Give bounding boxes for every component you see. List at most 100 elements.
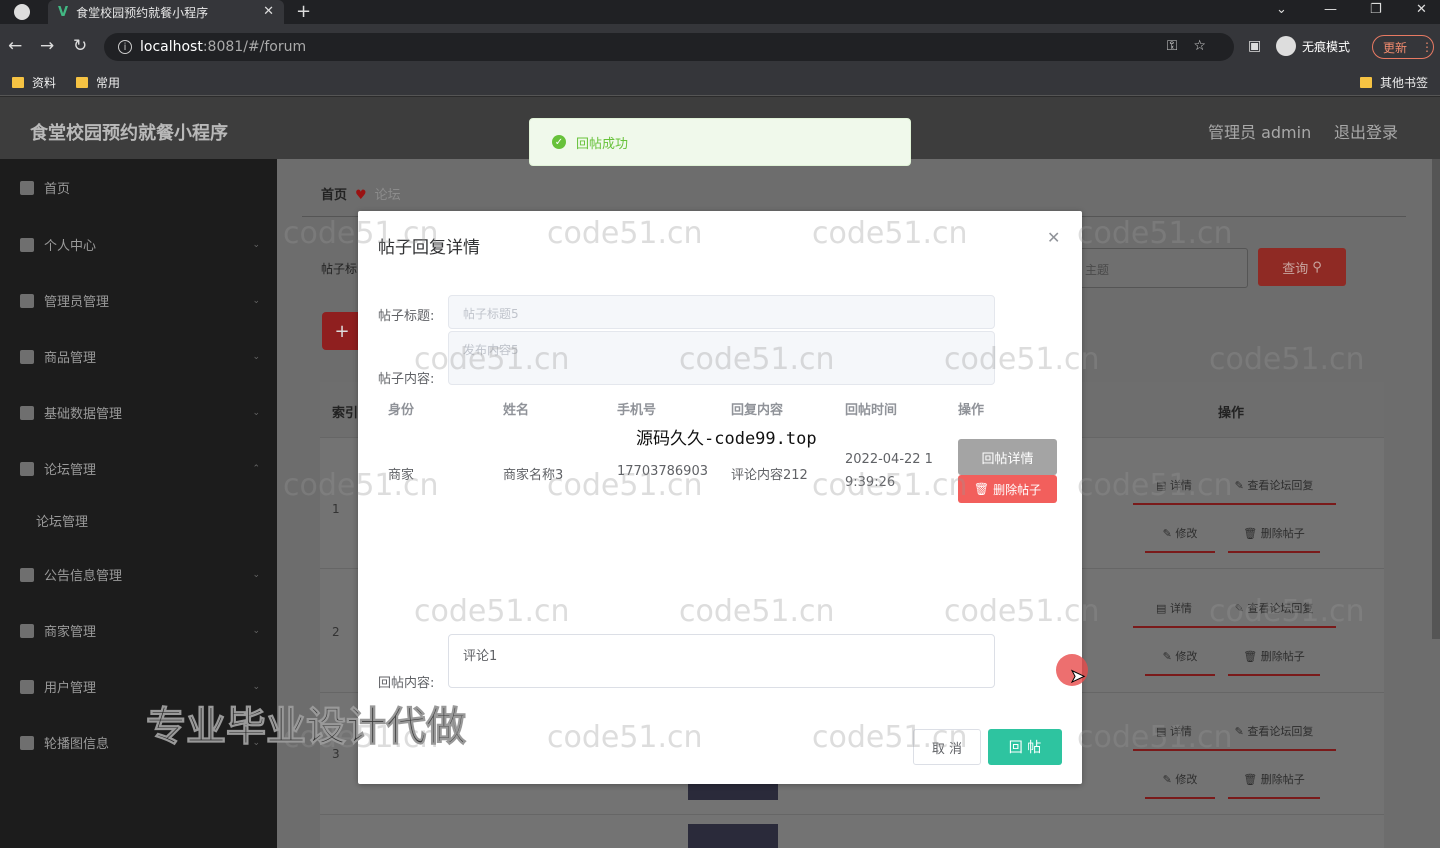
row-delete-link[interactable]: 🗑 删除帖子 bbox=[1228, 525, 1320, 553]
add-button[interactable]: + bbox=[322, 312, 362, 350]
chevron-up-icon: ⌃ bbox=[252, 463, 260, 474]
success-check-icon: ✓ bbox=[552, 135, 566, 149]
post-content-label: 帖子内容: bbox=[378, 372, 435, 387]
reply-phone: 17703786903 bbox=[617, 464, 708, 479]
op-label: 删除帖子 bbox=[1260, 773, 1305, 786]
sidebar-item-label: 用户管理 bbox=[44, 681, 97, 696]
site-info-icon[interactable]: i bbox=[118, 40, 132, 54]
row-edit-link[interactable]: ✎ 修改 bbox=[1145, 525, 1215, 553]
row-view-reply-link[interactable]: ✎ 查看论坛回复 bbox=[1212, 723, 1336, 751]
bookmark-folder[interactable]: 常用 bbox=[76, 74, 120, 91]
row-edit-link[interactable]: ✎ 修改 bbox=[1145, 648, 1215, 676]
cursor-icon: ➤ bbox=[1069, 666, 1086, 688]
sidebar-item-label: 商家管理 bbox=[44, 625, 97, 640]
bookmarks-bar: 资料 常用 其他书签 bbox=[0, 68, 1440, 96]
merchant-icon bbox=[20, 623, 34, 638]
op-label: 查看论坛回复 bbox=[1247, 479, 1314, 492]
incognito-indicator[interactable]: 无痕模式 bbox=[1276, 36, 1350, 56]
col-name: 姓名 bbox=[503, 403, 530, 418]
table-header-ops: 操作 bbox=[1218, 406, 1245, 421]
bookmark-label: 资料 bbox=[32, 76, 57, 90]
globe-icon bbox=[14, 4, 30, 20]
dialog-close-icon[interactable]: ✕ bbox=[1047, 228, 1060, 247]
admin-label: 管理员 admin bbox=[1208, 123, 1312, 142]
update-label: 更新 bbox=[1383, 40, 1408, 55]
forum-icon bbox=[20, 461, 34, 476]
row-delete-link[interactable]: 🗑 删除帖子 bbox=[1228, 771, 1320, 799]
other-bookmarks[interactable]: 其他书签 bbox=[1360, 74, 1428, 91]
breadcrumb-home[interactable]: 首页 bbox=[321, 188, 347, 203]
logout-link[interactable]: 退出登录 bbox=[1334, 119, 1398, 143]
url-bar[interactable]: i localhost:8081/#/forum ⚿☆ bbox=[104, 33, 1234, 61]
col-phone: 手机号 bbox=[617, 403, 657, 418]
menu-icon bbox=[20, 293, 34, 308]
restore-icon[interactable]: ❐ bbox=[1370, 2, 1382, 17]
sidebar-item-label: 管理员管理 bbox=[44, 295, 110, 310]
browser-tab[interactable]: V 食堂校园预约就餐小程序 ✕ bbox=[48, 0, 284, 24]
tab-close-icon[interactable]: ✕ bbox=[263, 4, 274, 19]
update-button[interactable]: 更新 ⋮ bbox=[1372, 35, 1434, 59]
new-tab-icon[interactable]: + bbox=[296, 1, 311, 22]
sidebar-item-admins[interactable]: 管理员管理 ⌄ bbox=[20, 291, 260, 310]
scrollbar[interactable] bbox=[1432, 159, 1440, 639]
minimize-icon[interactable]: — bbox=[1324, 2, 1337, 17]
kebab-menu-icon[interactable]: ⋮ bbox=[1421, 40, 1433, 54]
submit-reply-button[interactable]: 回 帖 bbox=[988, 729, 1062, 765]
row-view-reply-link[interactable]: ✎ 查看论坛回复 bbox=[1212, 600, 1336, 628]
post-title-label: 帖子标题: bbox=[378, 309, 435, 324]
home-icon bbox=[20, 180, 34, 195]
omnibox-icons[interactable]: ⚿☆ bbox=[1167, 38, 1222, 54]
query-button[interactable]: 查询 ⚲ bbox=[1258, 248, 1346, 286]
reply-input-label: 回帖内容: bbox=[378, 676, 435, 691]
notice-icon bbox=[20, 567, 34, 582]
sidebar-item-basedata[interactable]: 基础数据管理 ⌄ bbox=[20, 403, 260, 422]
op-label: 删除帖子 bbox=[1260, 527, 1305, 540]
reply-name: 商家名称3 bbox=[503, 468, 564, 483]
tab-search-icon[interactable]: ⌄ bbox=[1276, 2, 1287, 17]
success-toast: ✓ 回帖成功 bbox=[529, 118, 911, 166]
row-detail-link[interactable]: ▤ 详情 bbox=[1133, 723, 1215, 751]
forward-icon[interactable]: → bbox=[40, 36, 54, 56]
row-detail-link[interactable]: ▤ 详情 bbox=[1133, 600, 1215, 628]
goods-icon bbox=[20, 349, 34, 364]
sidepanel-icon[interactable]: ▣ bbox=[1248, 38, 1261, 54]
op-label: 查看论坛回复 bbox=[1247, 725, 1314, 738]
heart-icon: ♥ bbox=[355, 188, 367, 203]
row-delete-link[interactable]: 🗑 删除帖子 bbox=[1228, 648, 1320, 676]
reload-icon[interactable]: ↻ bbox=[73, 36, 87, 56]
sidebar-subitem-forum[interactable]: 论坛管理 bbox=[36, 511, 88, 530]
chevron-down-icon: ⌄ bbox=[252, 569, 260, 580]
reply-delete-button[interactable]: 🗑 删除帖子 bbox=[958, 475, 1057, 503]
reply-detail-button[interactable]: 回帖详情 bbox=[958, 439, 1057, 475]
incognito-icon bbox=[1276, 36, 1296, 56]
col-identity: 身份 bbox=[388, 403, 415, 418]
filter-input[interactable]: 主题 bbox=[1060, 248, 1248, 288]
sidebar-item-goods[interactable]: 商品管理 ⌄ bbox=[20, 347, 260, 366]
row-edit-link[interactable]: ✎ 修改 bbox=[1145, 771, 1215, 799]
promo-watermark: 专业毕业设计代做 bbox=[146, 704, 467, 751]
sidebar-item-home[interactable]: 首页 bbox=[20, 178, 260, 197]
col-time: 回帖时间 bbox=[845, 403, 898, 418]
window-close-icon[interactable]: ✕ bbox=[1416, 2, 1427, 17]
dialog-title: 帖子回复详情 bbox=[378, 238, 480, 258]
sidebar-item-notice[interactable]: 公告信息管理 ⌄ bbox=[20, 565, 260, 584]
filter-placeholder: 主题 bbox=[1085, 263, 1110, 277]
vue-logo-icon: V bbox=[58, 4, 69, 20]
row-detail-link[interactable]: ▤ 详情 bbox=[1133, 477, 1215, 505]
sidebar-item-label: 基础数据管理 bbox=[44, 407, 123, 422]
reply-textarea[interactable]: 评论1 bbox=[448, 634, 995, 688]
bookmark-folder[interactable]: 资料 bbox=[12, 74, 56, 91]
incognito-label: 无痕模式 bbox=[1302, 39, 1351, 54]
breadcrumb-current: 论坛 bbox=[374, 188, 401, 203]
cancel-button[interactable]: 取 消 bbox=[913, 729, 981, 765]
folder-icon bbox=[76, 77, 88, 88]
bookmark-label: 常用 bbox=[96, 76, 121, 90]
col-ops: 操作 bbox=[958, 403, 985, 418]
back-icon[interactable]: ← bbox=[8, 36, 22, 56]
search-icon: ⚲ bbox=[1312, 259, 1322, 275]
sidebar-item-profile[interactable]: 个人中心 ⌄ bbox=[20, 235, 260, 254]
sidebar-item-merchant[interactable]: 商家管理 ⌄ bbox=[20, 621, 260, 640]
sidebar-item-forum[interactable]: 论坛管理 ⌃ bbox=[20, 459, 260, 478]
row-view-reply-link[interactable]: ✎ 查看论坛回复 bbox=[1212, 477, 1336, 505]
chevron-down-icon: ⌄ bbox=[252, 407, 260, 418]
